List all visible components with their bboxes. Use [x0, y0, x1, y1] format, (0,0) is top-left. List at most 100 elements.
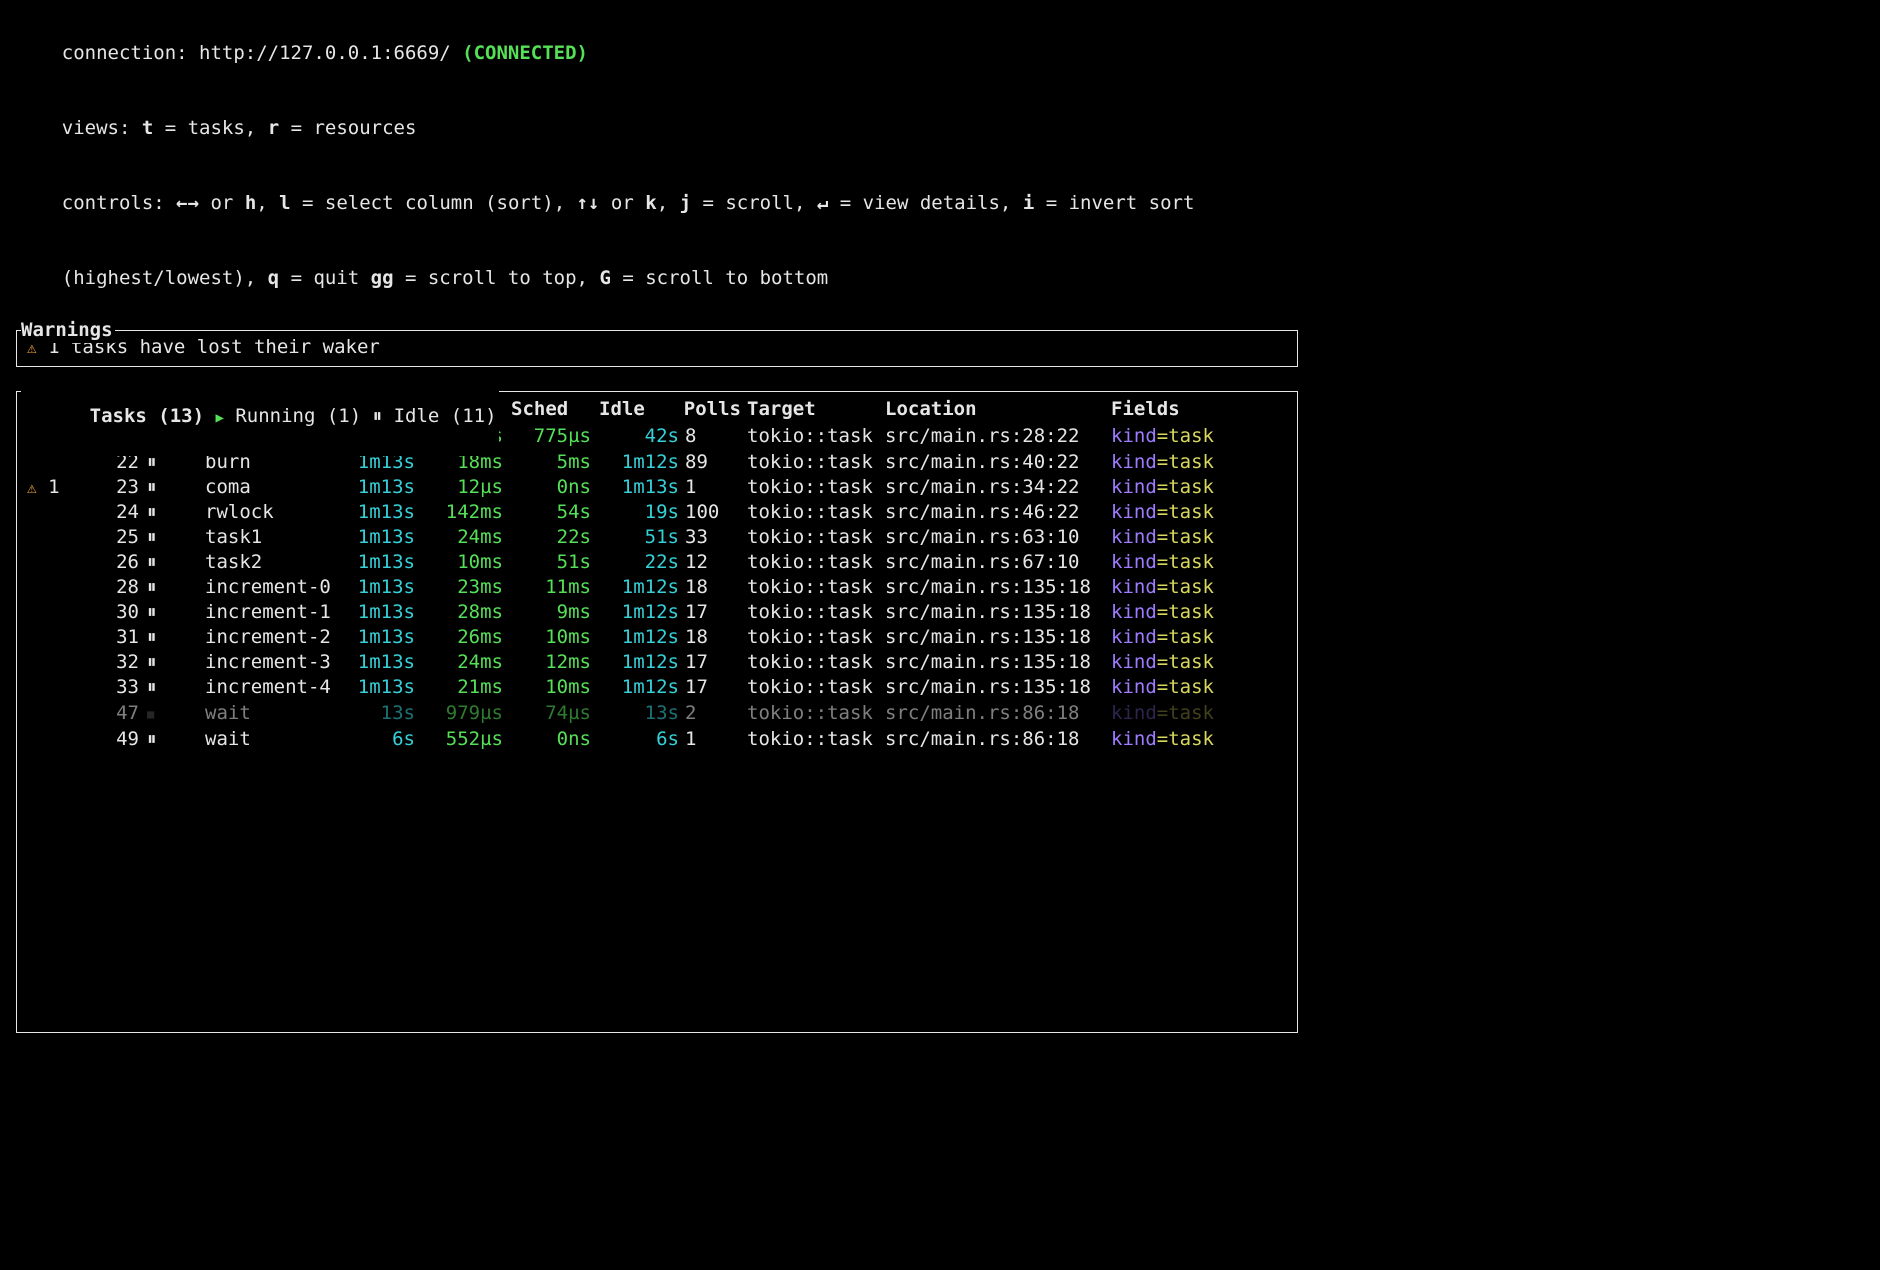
cell-name: task1 — [205, 525, 341, 550]
table-row[interactable]: 47■wait13s979µs74µs13s2tokio::tasksrc/ma… — [27, 700, 1214, 727]
pause-icon: ⏸ — [147, 728, 157, 750]
cell-busy: 23ms — [415, 575, 503, 600]
cell-name: increment-1 — [205, 600, 341, 625]
cell-id: 33 — [91, 675, 145, 700]
cell-fields: kind=task — [1105, 450, 1214, 475]
cell-polls: 18 — [679, 575, 747, 600]
table-row[interactable]: 25⏸task11m13s24ms22s51s33tokio::tasksrc/… — [27, 525, 1214, 550]
tasks-panel: Tasks (13) ▶ Running (1) ⏸ Idle (11) War… — [16, 391, 1298, 1033]
cell-idle: 1m12s — [591, 600, 679, 625]
key-j: j — [680, 192, 691, 214]
cell-polls: 33 — [679, 525, 747, 550]
field-eq: = — [1157, 728, 1168, 750]
cell-idle: 19s — [591, 500, 679, 525]
table-row[interactable]: ⚠ 123⏸coma1m13s12µs0ns1m13s1tokio::tasks… — [27, 475, 1214, 500]
cell-total: 1m13s — [341, 550, 415, 575]
table-row[interactable]: 33⏸increment-41m13s21ms10ms1m12s17tokio:… — [27, 675, 1214, 700]
col-sched[interactable]: Sched — [503, 396, 591, 423]
field-key: kind — [1111, 576, 1157, 598]
table-row[interactable]: 31⏸increment-21m13s26ms10ms1m12s18tokio:… — [27, 625, 1214, 650]
field-val: task — [1168, 476, 1214, 498]
cell-name: task2 — [205, 550, 341, 575]
key-q: q — [268, 267, 279, 289]
cell-polls: 8 — [679, 423, 747, 450]
cell-location: src/main.rs:135:18 — [885, 600, 1105, 625]
cell-fields: kind=task — [1105, 675, 1214, 700]
cell-name: rwlock — [205, 500, 341, 525]
field-key: kind — [1111, 551, 1157, 573]
cell-sched: 9ms — [503, 600, 591, 625]
stop-icon: ■ — [147, 707, 154, 721]
field-key: kind — [1111, 526, 1157, 548]
cell-warn: ⚠ 1 — [27, 475, 91, 500]
controls-line-1: controls: ←→ or h, l = select column (so… — [16, 166, 1864, 241]
cell-state: ⏸ — [145, 500, 205, 525]
key-gg: gg — [371, 267, 394, 289]
cell-location: src/main.rs:135:18 — [885, 625, 1105, 650]
field-key: kind — [1111, 501, 1157, 523]
cell-sched: 12ms — [503, 650, 591, 675]
col-fields[interactable]: Fields — [1105, 396, 1214, 423]
col-polls[interactable]: Polls — [679, 396, 747, 423]
field-eq: = — [1157, 451, 1168, 473]
cell-state: ⏸ — [145, 550, 205, 575]
cell-busy: 26ms — [415, 625, 503, 650]
col-target[interactable]: Target — [747, 396, 885, 423]
field-eq: = — [1157, 425, 1168, 447]
tasks-title: Tasks (13) ▶ Running (1) ⏸ Idle (11) — [21, 379, 499, 456]
cell-id: 23 — [91, 475, 145, 500]
field-key: kind — [1111, 425, 1157, 447]
cell-sched: 11ms — [503, 575, 591, 600]
cell-fields: kind=task — [1105, 423, 1214, 450]
cell-busy: 142ms — [415, 500, 503, 525]
key-l: l — [279, 192, 290, 214]
pause-icon: ⏸ — [147, 551, 157, 573]
cell-location: src/main.rs:67:10 — [885, 550, 1105, 575]
cell-warn — [27, 675, 91, 700]
cell-idle: 6s — [591, 727, 679, 752]
cell-busy: 10ms — [415, 550, 503, 575]
table-row[interactable]: 32⏸increment-31m13s24ms12ms1m12s17tokio:… — [27, 650, 1214, 675]
cell-polls: 17 — [679, 650, 747, 675]
cell-location: src/main.rs:63:10 — [885, 525, 1105, 550]
cell-sched: 0ns — [503, 475, 591, 500]
table-row[interactable]: 26⏸task21m13s10ms51s22s12tokio::tasksrc/… — [27, 550, 1214, 575]
table-row[interactable]: 30⏸increment-11m13s28ms9ms1m12s17tokio::… — [27, 600, 1214, 625]
cell-total: 1m13s — [341, 525, 415, 550]
cell-total: 1m13s — [341, 675, 415, 700]
pause-icon: ⏸ — [147, 576, 157, 598]
connection-line: connection: http://127.0.0.1:6669/ (CONN… — [16, 16, 1864, 91]
warnings-panel: Warnings ⚠ 1 tasks have lost their waker — [16, 330, 1298, 367]
connection-label: connection: — [62, 42, 199, 64]
cell-target: tokio::task — [747, 600, 885, 625]
pause-icon: ⏸ — [147, 526, 157, 548]
cell-idle: 13s — [591, 700, 679, 727]
cell-fields: kind=task — [1105, 727, 1214, 752]
cell-id: 28 — [91, 575, 145, 600]
col-location[interactable]: Location — [885, 396, 1105, 423]
cell-idle: 1m12s — [591, 450, 679, 475]
connection-url: http://127.0.0.1:6669/ — [199, 42, 451, 64]
cell-polls: 17 — [679, 675, 747, 700]
table-row[interactable]: 49⏸wait6s552µs0ns6s1tokio::tasksrc/main.… — [27, 727, 1214, 752]
cell-polls: 12 — [679, 550, 747, 575]
cell-name: increment-3 — [205, 650, 341, 675]
field-key: kind — [1111, 651, 1157, 673]
cell-location: src/main.rs:86:18 — [885, 700, 1105, 727]
field-val: task — [1168, 526, 1214, 548]
cell-sched: 775µs — [503, 423, 591, 450]
cell-idle: 1m12s — [591, 675, 679, 700]
cell-name: wait — [205, 727, 341, 752]
cell-polls: 1 — [679, 727, 747, 752]
cell-name: coma — [205, 475, 341, 500]
key-k: k — [645, 192, 656, 214]
field-eq: = — [1157, 601, 1168, 623]
field-eq: = — [1157, 651, 1168, 673]
col-idle[interactable]: Idle — [591, 396, 679, 423]
cell-sched: 5ms — [503, 450, 591, 475]
table-row[interactable]: 28⏸increment-01m13s23ms11ms1m12s18tokio:… — [27, 575, 1214, 600]
cell-location: src/main.rs:135:18 — [885, 650, 1105, 675]
table-row[interactable]: 24⏸rwlock1m13s142ms54s19s100tokio::tasks… — [27, 500, 1214, 525]
cell-state: ⏸ — [145, 727, 205, 752]
field-val: task — [1168, 501, 1214, 523]
